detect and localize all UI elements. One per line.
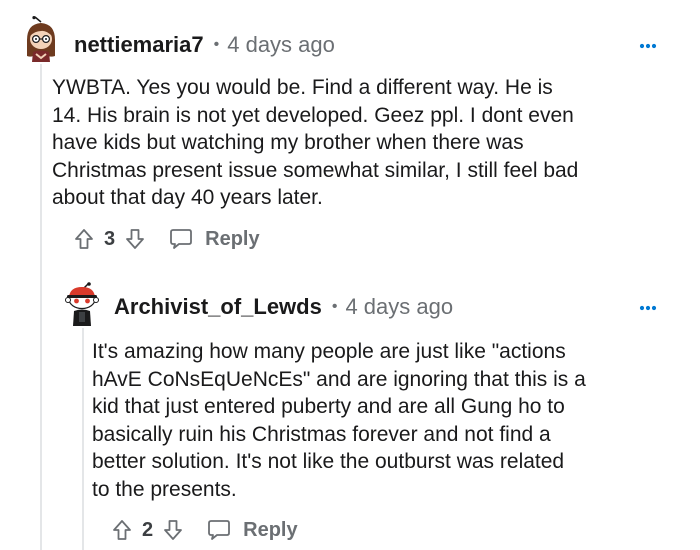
vote-count: 3 — [104, 227, 116, 250]
more-options-icon[interactable] — [636, 298, 660, 318]
avatar-girl-glasses-icon[interactable] — [22, 16, 60, 62]
vote-count: 2 — [142, 518, 154, 541]
upvote-arrow-icon[interactable] — [74, 228, 94, 250]
downvote-arrow-icon[interactable] — [125, 228, 145, 250]
comment-actions: 3 Reply — [74, 225, 260, 253]
reply-label: Reply — [205, 227, 260, 250]
comment-nettiemaria7: nettiemaria7 • 4 days ago YWBTA. Yes you… — [0, 0, 700, 550]
comment-body: It's amazing how many people are just li… — [92, 340, 586, 501]
username[interactable]: Archivist_of_Lewds — [114, 294, 322, 320]
separator-dot: • — [331, 298, 338, 315]
timestamp: 4 days ago — [345, 294, 454, 319]
speech-bubble-icon — [207, 519, 231, 541]
thread-line[interactable] — [40, 64, 42, 550]
reply-button[interactable]: Reply — [145, 227, 260, 251]
timestamp: 4 days ago — [227, 32, 335, 57]
comment-body: YWBTA. Yes you would be. Find a differen… — [52, 76, 579, 210]
separator-dot: • — [213, 36, 220, 53]
reply-label: Reply — [243, 518, 298, 541]
comment-header: nettiemaria7 • 4 days ago — [74, 30, 335, 60]
upvote-arrow-icon[interactable] — [112, 519, 132, 541]
comment-actions: 2 Reply — [112, 516, 298, 544]
username[interactable]: nettiemaria7 — [74, 32, 204, 58]
comment-header: Archivist_of_Lewds • 4 days ago — [114, 292, 453, 322]
avatar-snoo-red-cap-icon[interactable] — [62, 282, 102, 326]
more-options-icon[interactable] — [636, 36, 660, 56]
speech-bubble-icon — [169, 228, 193, 250]
reply-button[interactable]: Reply — [183, 518, 298, 542]
downvote-arrow-icon[interactable] — [163, 519, 183, 541]
thread-line[interactable] — [82, 328, 84, 550]
